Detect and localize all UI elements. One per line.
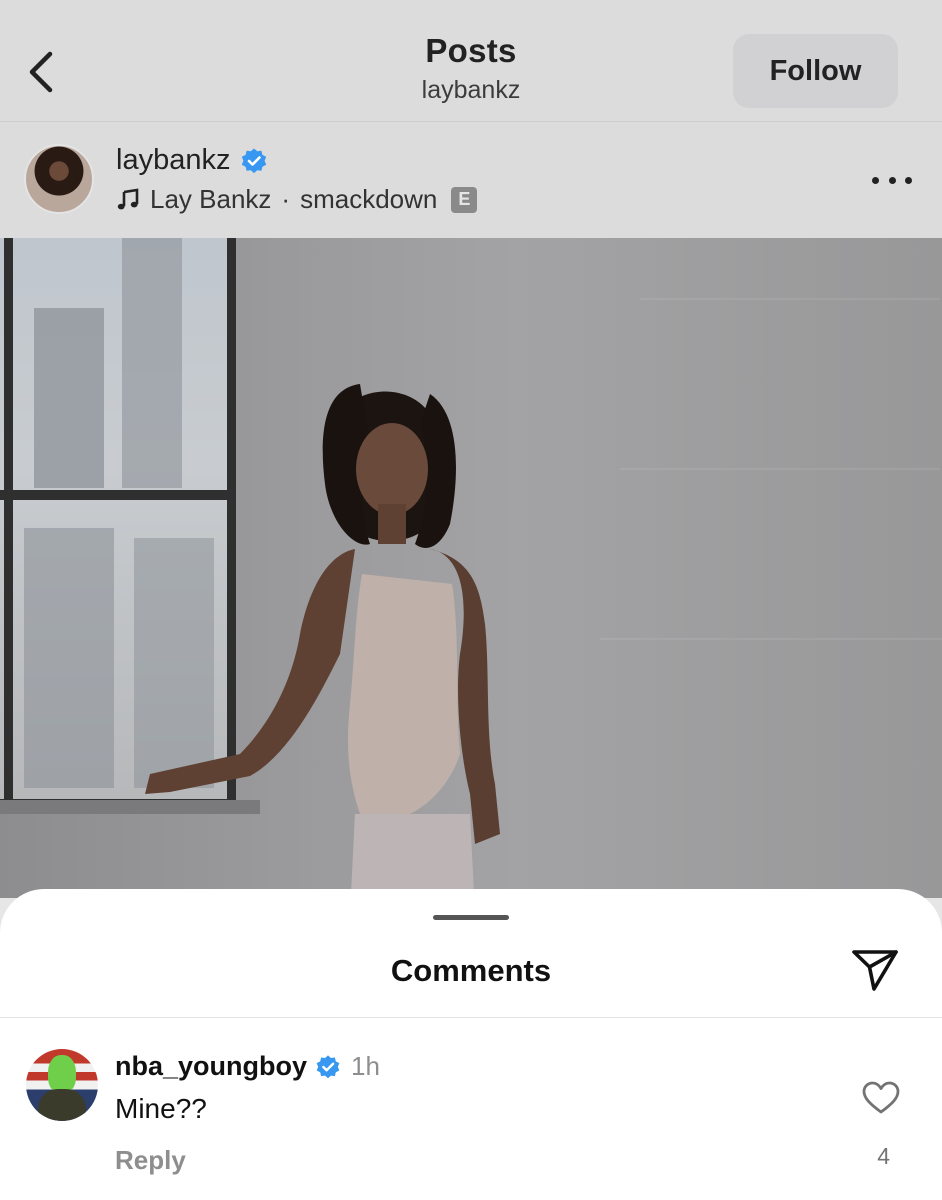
comment-author-username[interactable]: nba_youngboy (115, 1051, 307, 1082)
comment-text: Mine?? (115, 1093, 207, 1124)
sheet-divider (0, 1017, 942, 1018)
post-author-avatar[interactable] (24, 144, 94, 214)
comments-title: Comments (390, 953, 552, 988)
music-artist: Lay Bankz (150, 184, 272, 214)
sheet-grabber-handle[interactable] (433, 915, 509, 920)
follow-button[interactable]: Follow (733, 34, 898, 108)
music-note-icon (117, 187, 139, 209)
music-track: smackdown (300, 184, 438, 214)
ellipsis-icon[interactable] (872, 168, 912, 192)
post-photo (0, 238, 942, 898)
verified-badge-icon (316, 1054, 340, 1078)
music-separator: · (281, 184, 291, 214)
comment-author-avatar[interactable] (26, 1049, 98, 1121)
comment-author-row: nba_youngboy 1h (115, 1051, 380, 1082)
paper-plane-icon[interactable] (850, 947, 900, 993)
post-author-username[interactable]: laybankz (116, 144, 230, 177)
post-author-row: laybankz (116, 144, 268, 177)
comments-sheet: Comments nba_youngboy 1h Mine?? Reply 4 (0, 889, 942, 1200)
post-header: laybankz Lay Bankz · smackdown E (0, 122, 942, 238)
verified-badge-icon (242, 148, 267, 173)
explicit-badge: E (451, 186, 478, 213)
heart-icon[interactable] (862, 1081, 900, 1115)
music-attribution[interactable]: Lay Bankz · smackdown E (116, 184, 478, 215)
reply-button[interactable]: Reply (115, 1145, 186, 1176)
like-count: 4 (877, 1143, 890, 1169)
comment-timestamp: 1h (351, 1051, 380, 1081)
top-navigation-bar: Posts laybankz Follow (0, 0, 942, 122)
person-figure (145, 384, 500, 898)
